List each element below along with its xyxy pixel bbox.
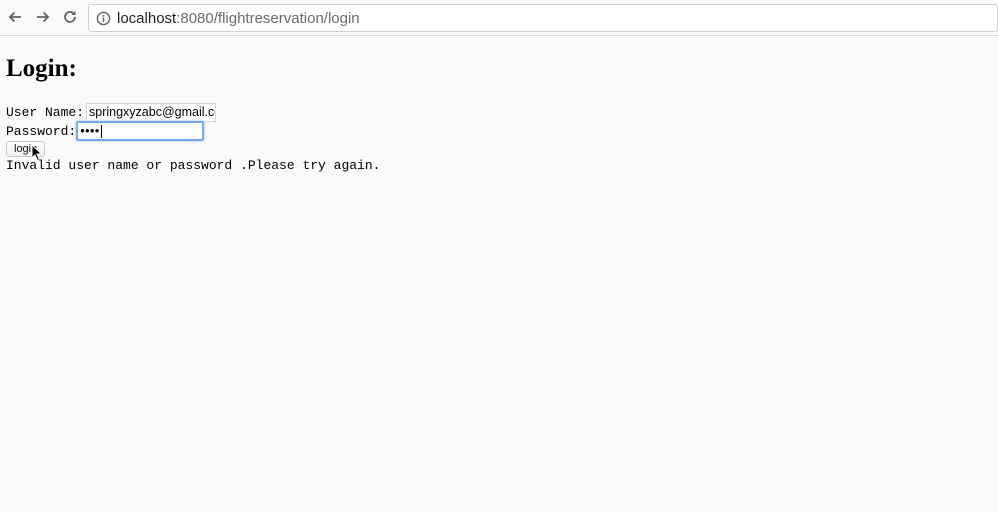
text-caret [100,124,102,138]
page-title: Login: [6,55,77,82]
password-row: Password: •••• [6,121,205,141]
url-host: localhost [117,9,177,27]
reload-icon [64,11,76,23]
password-input[interactable]: •••• [76,121,205,141]
error-message: Invalid user name or password .Please tr… [6,158,381,173]
forward-arrow-icon [37,11,50,23]
url-text: localhost:8080/flightreservation/login [117,10,360,27]
info-icon[interactable] [95,10,111,26]
forward-button[interactable] [32,6,54,28]
url-path: :8080/flightreservation/login [176,9,360,27]
username-row: User Name: springxyzabc@gmail.com [6,103,217,122]
password-masked-value: •••• [80,123,100,138]
page-content: Login: User Name: springxyzabc@gmail.com… [0,37,998,513]
password-label: Password: [6,123,77,139]
back-button[interactable] [4,6,26,28]
username-input[interactable]: springxyzabc@gmail.com [86,103,217,122]
browser-toolbar: localhost:8080/flightreservation/login [0,0,998,36]
back-arrow-icon [8,11,21,23]
reload-button[interactable] [59,6,81,28]
username-label: User Name: [6,105,85,120]
address-bar[interactable]: localhost:8080/flightreservation/login [88,4,998,32]
